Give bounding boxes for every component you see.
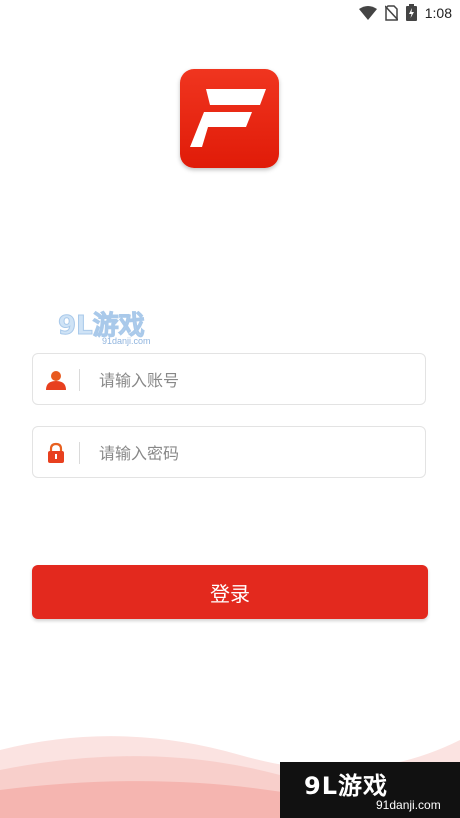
field-separator xyxy=(79,442,80,464)
corner-watermark-brand: 9L游戏 xyxy=(304,772,388,800)
watermark-logo: 9L游戏 91danji.com xyxy=(58,306,158,348)
status-bar: 1:08 xyxy=(0,0,460,26)
f-logo-icon xyxy=(190,89,266,147)
app-logo xyxy=(180,69,279,168)
username-input[interactable] xyxy=(99,366,399,394)
password-field[interactable] xyxy=(32,426,426,478)
corner-watermark-url: 91danji.com xyxy=(376,798,441,812)
svg-text:91danji.com: 91danji.com xyxy=(102,336,151,346)
status-time: 1:08 xyxy=(424,4,452,21)
watermark-logo-icon: 9L游戏 91danji.com xyxy=(58,311,151,347)
lock-icon xyxy=(48,442,64,463)
username-field[interactable] xyxy=(32,353,426,405)
wifi-icon xyxy=(358,5,377,20)
no-sim-icon xyxy=(384,4,398,21)
battery-charging-icon xyxy=(405,4,417,21)
status-icons: 1:08 xyxy=(358,4,452,21)
field-separator xyxy=(79,369,80,391)
password-input[interactable] xyxy=(99,439,399,467)
corner-watermark: 9L游戏 91danji.com xyxy=(280,762,460,818)
user-icon xyxy=(46,371,66,390)
login-button[interactable]: 登录 xyxy=(32,565,428,619)
